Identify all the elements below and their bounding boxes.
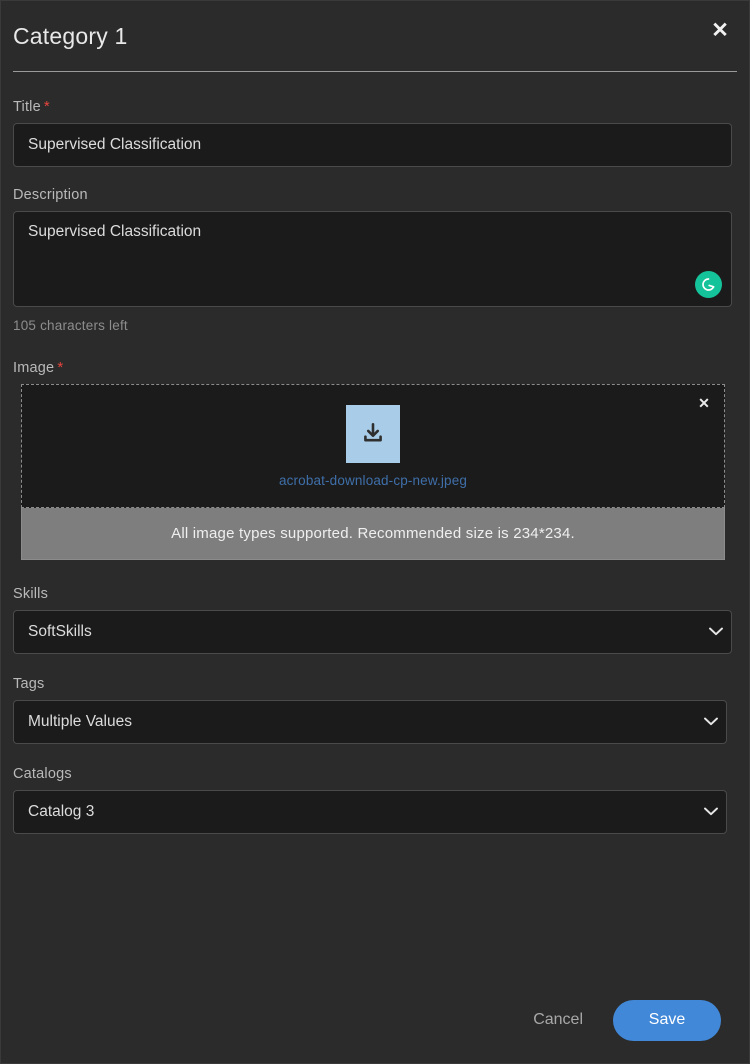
catalogs-field-group: Catalogs Catalog 3 [13,766,737,834]
image-field-group: Image* ✕ acrobat-download-cp-new.jpeg Al… [13,359,737,560]
tags-label: Tags [13,676,737,692]
save-button[interactable]: Save [613,1000,721,1041]
image-label: Image* [13,359,737,376]
catalogs-selected-value: Catalog 3 [28,803,94,821]
title-label: Title* [13,98,737,115]
image-label-text: Image [13,360,54,376]
skills-select[interactable]: SoftSkills [13,610,732,654]
category-edit-dialog: Category 1 ✕ Title* Description [0,0,750,1064]
skills-field-group: Skills SoftSkills [13,586,737,654]
tags-select-wrap: Multiple Values [13,700,737,744]
catalogs-select-wrap: Catalog 3 [13,790,737,834]
uploaded-file-link[interactable]: acrobat-download-cp-new.jpeg [279,473,467,488]
description-field-group: Description 105 characters left [13,187,737,333]
close-icon[interactable]: ✕ [705,15,735,45]
dialog-footer: Cancel Save [1,977,749,1063]
tags-field-group: Tags Multiple Values [13,676,737,744]
description-wrap [13,211,732,307]
tags-select[interactable]: Multiple Values [13,700,727,744]
skills-label: Skills [13,586,737,602]
required-asterisk: * [44,98,50,115]
dialog-header: Category 1 ✕ [1,1,749,71]
upload-hint-text: All image types supported. Recommended s… [21,508,725,560]
remove-file-icon[interactable]: ✕ [694,393,714,413]
file-drop-zone[interactable]: ✕ acrobat-download-cp-new.jpeg [21,384,725,508]
catalogs-select[interactable]: Catalog 3 [13,790,727,834]
page-title: Category 1 [13,23,128,50]
tags-selected-value: Multiple Values [28,713,132,731]
title-input[interactable] [13,123,732,167]
cancel-button[interactable]: Cancel [529,1005,587,1035]
description-label: Description [13,187,737,203]
required-asterisk: * [57,359,63,376]
download-icon [346,405,400,463]
skills-select-wrap: SoftSkills [13,610,737,654]
dialog-body: Title* Description 105 characters left [1,72,749,977]
image-uploader: ✕ acrobat-download-cp-new.jpeg All image… [21,384,725,560]
character-counter: 105 characters left [13,318,737,333]
title-field-group: Title* [13,98,737,167]
description-textarea[interactable] [13,211,732,307]
grammarly-icon[interactable] [695,271,722,298]
catalogs-label: Catalogs [13,766,737,782]
title-label-text: Title [13,99,41,115]
skills-selected-value: SoftSkills [28,623,92,641]
